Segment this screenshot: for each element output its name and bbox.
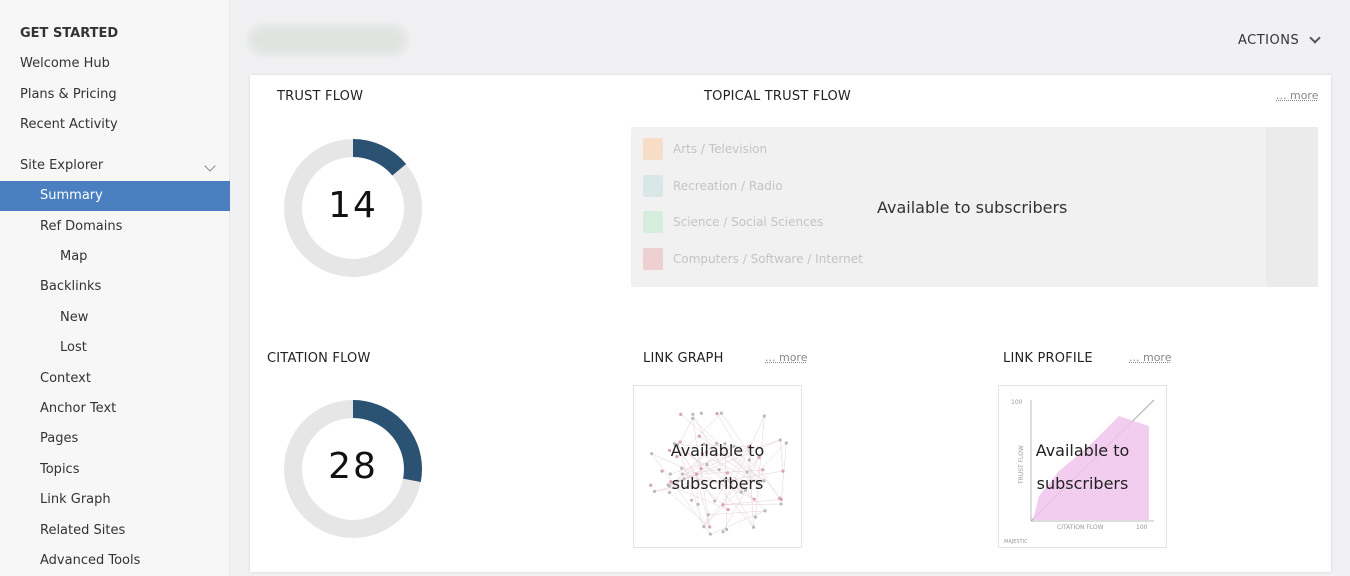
graph-node [691,412,695,416]
message-line: subscribers [671,474,764,493]
trust-flow-value: 14 [328,185,378,226]
link-profile-thumbnail[interactable]: 100 100 CITATION FLOW TRUST FLOW MAJESTI… [998,385,1167,548]
graph-node [763,509,767,513]
sidebar-item-context[interactable]: Context [0,364,230,394]
graph-node [762,414,766,418]
sidebar-item-recent-activity[interactable]: Recent Activity [0,110,230,140]
graph-node [708,532,712,536]
graph-node [753,515,758,519]
sidebar-item-pages[interactable]: Pages [0,424,230,454]
actions-dropdown[interactable]: ACTIONS [1238,30,1321,50]
sidebar-item-plans-pricing[interactable]: Plans & Pricing [0,80,230,110]
topical-more-link[interactable]: ... more [1276,89,1318,102]
sidebar-item-lost[interactable]: Lost [0,333,230,363]
graph-node [719,411,723,415]
chevron-down-icon [1309,32,1321,44]
topic-item: Arts / Television [643,138,767,160]
graph-node [702,525,706,529]
topical-trust-flow-panel: Arts / Television Recreation / Radio Sci… [631,127,1318,287]
topic-item: Computers / Software / Internet [643,248,863,270]
link-profile-more-link[interactable]: ... more [1129,351,1171,364]
subscribers-message: Available to subscribers [877,198,1068,217]
graph-edge [710,510,766,535]
topical-scrollbar[interactable] [1266,127,1318,287]
y-tick-max: 100 [1011,399,1023,406]
topical-trust-flow-title: TOPICAL TRUST FLOW [704,89,851,104]
citation-flow-value: 28 [328,446,378,487]
sidebar-item-new[interactable]: New [0,303,230,333]
sidebar-item-map[interactable]: Map [0,242,230,272]
graph-node [696,502,700,506]
site-name-blurred [248,25,408,55]
sidebar-item-site-explorer[interactable]: Site Explorer [0,151,230,181]
topic-swatch [643,211,663,233]
sidebar-item-anchor-text[interactable]: Anchor Text [0,394,230,424]
link-graph-more-link[interactable]: ... more [765,351,807,364]
sidebar-item-summary[interactable]: Summary [0,181,230,211]
topic-item: Science / Social Sciences [643,211,823,233]
sidebar-item-related-sites[interactable]: Related Sites [0,516,230,546]
sidebar-item-topics[interactable]: Topics [0,455,230,485]
message-line: subscribers [1036,474,1129,493]
graph-node [708,525,712,529]
graph-node [706,513,710,517]
trust-flow-title: TRUST FLOW [277,89,364,104]
topic-swatch [643,138,663,160]
message-line: Available to [670,441,765,460]
link-graph-title: LINK GRAPH [643,351,724,366]
link-profile-subscribers-message: Available to subscribers [999,434,1166,500]
graph-node [691,416,695,420]
chevron-down-icon [204,160,216,172]
sidebar-item-backlinks[interactable]: Backlinks [0,272,230,302]
link-graph-thumbnail[interactable]: Available to subscribers [633,385,802,548]
sidebar-item-link-graph[interactable]: Link Graph [0,485,230,515]
sidebar: GET STARTED Welcome Hub Plans & Pricing … [0,0,230,576]
actions-label: ACTIONS [1238,32,1300,48]
graph-edge [703,514,709,527]
x-tick-max: 100 [1136,524,1148,531]
topic-label: Recreation / Radio [673,179,783,193]
graph-node [752,525,756,529]
topic-item: Recreation / Radio [643,175,783,197]
sidebar-item-ref-domains[interactable]: Ref Domains [0,212,230,242]
graph-edge [708,510,766,515]
graph-node [721,503,725,507]
graph-node [726,508,730,512]
link-profile-title: LINK PROFILE [1003,351,1093,366]
sidebar-item-welcome-hub[interactable]: Welcome Hub [0,49,230,79]
graph-node [679,412,683,416]
topic-swatch [643,248,663,270]
graph-node [725,527,729,532]
citation-flow-title: CITATION FLOW [267,351,371,366]
sidebar-section-get-started: GET STARTED [20,26,119,41]
graph-node [699,411,703,415]
sidebar-item-label: Site Explorer [20,158,104,173]
topic-swatch [643,175,663,197]
topic-label: Science / Social Sciences [673,215,824,229]
x-axis-label: CITATION FLOW [1057,524,1104,531]
link-graph-subscribers-message: Available to subscribers [634,434,801,500]
message-line: Available to [1035,441,1130,460]
sidebar-item-advanced-tools[interactable]: Advanced Tools [0,546,230,576]
graph-node [721,530,725,534]
topic-label: Computers / Software / Internet [673,252,863,266]
graph-node [779,502,783,506]
majestic-logo: MAJESTIC [1004,539,1028,545]
graph-node [715,411,719,416]
summary-card: TRUST FLOW 14 TOPICAL TRUST FLOW ... mor… [250,75,1331,572]
topic-label: Arts / Television [673,142,768,156]
